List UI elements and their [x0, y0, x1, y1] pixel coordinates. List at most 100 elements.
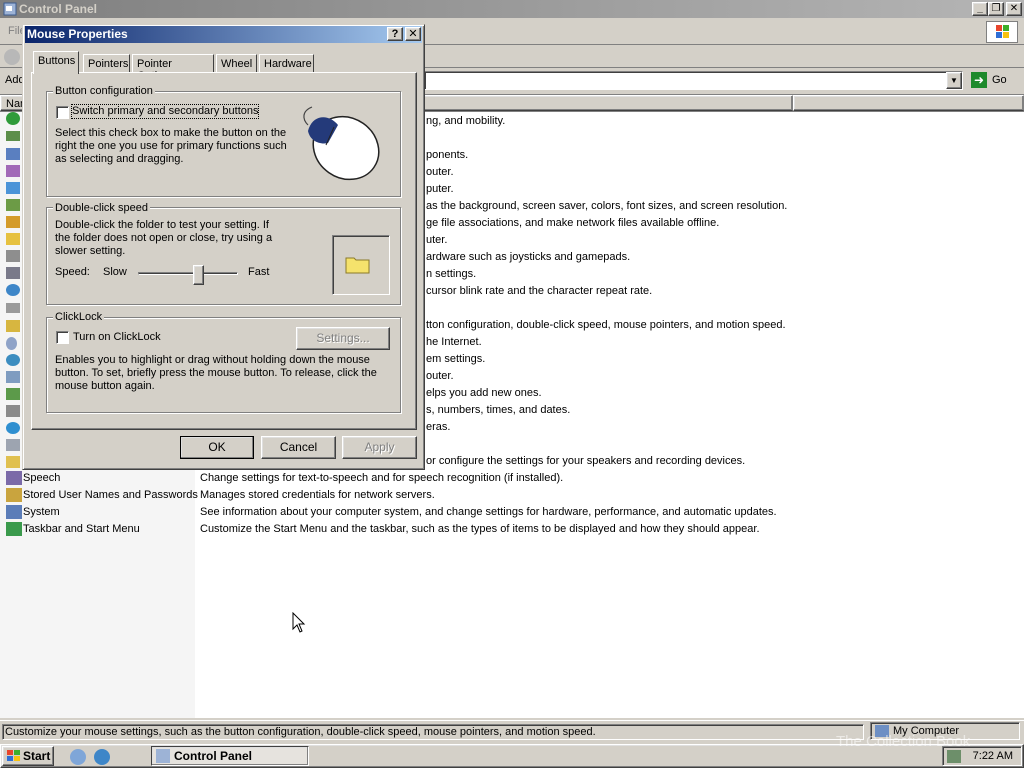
- add-hardware-icon[interactable]: [6, 131, 22, 148]
- close-button[interactable]: ✕: [1006, 2, 1022, 16]
- go-button[interactable]: ➜ Go: [969, 71, 1011, 90]
- admin-tools-icon[interactable]: [6, 165, 22, 182]
- description-fragment: uter.: [426, 234, 448, 246]
- mouse-icon[interactable]: [6, 337, 22, 354]
- automatic-updates-icon[interactable]: [6, 182, 22, 199]
- licensing-icon[interactable]: [6, 320, 22, 337]
- speech-icon: [6, 471, 22, 485]
- network-tray-icon[interactable]: [947, 750, 961, 763]
- regional-options-icon[interactable]: [6, 422, 22, 439]
- tab-buttons[interactable]: Buttons: [33, 51, 79, 74]
- group-legend: ClickLock: [53, 311, 105, 323]
- description-fragment: cursor blink rate and the character repe…: [426, 285, 653, 297]
- slider-ticks: [143, 289, 237, 291]
- power-options-icon[interactable]: [6, 388, 22, 405]
- description-fragment: ardware such as joysticks and gamepads.: [426, 251, 631, 263]
- item-name: Speech: [23, 472, 61, 484]
- clicklock-checkbox[interactable]: [56, 331, 69, 344]
- tab-pointers[interactable]: Pointers: [83, 54, 130, 74]
- minimize-button[interactable]: _: [972, 2, 988, 16]
- mouse-pointer-icon: [292, 612, 306, 633]
- tab-hardware[interactable]: Hardware: [259, 54, 314, 74]
- window-title: Control Panel: [19, 2, 98, 16]
- help-button[interactable]: ?: [387, 27, 403, 41]
- item-name: Taskbar and Start Menu: [23, 523, 140, 535]
- keyboard-icon[interactable]: [6, 303, 22, 320]
- control-panel-icon: [3, 2, 17, 16]
- apply-button[interactable]: Apply: [342, 436, 417, 459]
- list-item[interactable]: Stored User Names and Passwords Manages …: [0, 487, 1024, 504]
- speed-slider-track[interactable]: [138, 272, 238, 275]
- network-connections-icon[interactable]: [6, 354, 22, 371]
- accessibility-icon[interactable]: [6, 112, 22, 129]
- status-text: Customize your mouse settings, such as t…: [2, 724, 864, 740]
- fonts-icon[interactable]: [6, 250, 22, 267]
- speed-label: Speed:: [55, 266, 90, 278]
- description-fragment: [426, 438, 1016, 455]
- description-fragment: tton configuration, double-click speed, …: [426, 319, 786, 331]
- restore-button[interactable]: ❐: [988, 2, 1004, 16]
- back-icon[interactable]: [4, 49, 20, 65]
- column-extra-header[interactable]: [793, 95, 1024, 111]
- folder-options-icon[interactable]: [6, 233, 22, 250]
- tab-label: Pointers: [88, 58, 129, 70]
- speed-slider-thumb[interactable]: [193, 265, 204, 285]
- folder-icon[interactable]: [345, 254, 371, 274]
- address-dropdown-button[interactable]: ▼: [946, 72, 962, 89]
- windows-logo: [986, 21, 1018, 43]
- item-description: Customize the Start Menu and the taskbar…: [200, 523, 760, 535]
- go-label: Go: [992, 74, 1007, 86]
- go-arrow-icon: ➜: [971, 72, 987, 88]
- description-fragment: outer.: [426, 370, 454, 382]
- clicklock-settings-button[interactable]: Settings...: [296, 327, 390, 350]
- list-item[interactable]: Speech Change settings for text-to-speec…: [0, 470, 1024, 487]
- scanners-cameras-icon[interactable]: [6, 439, 22, 456]
- control-panel-titlebar[interactable]: Control Panel _ ❐ ✕: [0, 0, 1024, 18]
- cancel-button[interactable]: Cancel: [261, 436, 336, 459]
- display-icon[interactable]: [6, 216, 22, 233]
- description-fragment: as the background, screen saver, colors,…: [426, 200, 788, 212]
- quicklaunch-ie-icon[interactable]: [94, 749, 110, 765]
- description-fragment: ng, and mobility.: [426, 115, 506, 127]
- item-description: Manages stored credentials for network s…: [200, 489, 435, 501]
- description-fragment: [426, 132, 1016, 149]
- description-fragment: ponents.: [426, 149, 469, 161]
- item-description: Change settings for text-to-speech and f…: [200, 472, 564, 484]
- tab-wheel[interactable]: Wheel: [216, 54, 257, 74]
- item-description: See information about your computer syst…: [200, 506, 777, 518]
- address-input[interactable]: [424, 71, 963, 90]
- clock[interactable]: 7:22 AM: [973, 750, 1013, 762]
- add-remove-programs-icon[interactable]: [6, 148, 22, 165]
- list-item[interactable]: System See information about your comput…: [0, 504, 1024, 521]
- task-label: Control Panel: [174, 749, 253, 763]
- description-fragment: he Internet.: [426, 336, 482, 348]
- clicklock-description: Enables you to highlight or drag without…: [55, 354, 377, 392]
- description-fragment: ge file associations, and make network f…: [426, 217, 720, 229]
- system-icon: [6, 505, 22, 519]
- game-controllers-icon[interactable]: [6, 267, 22, 284]
- printers-icon[interactable]: [6, 405, 22, 422]
- phone-modem-icon[interactable]: [6, 371, 22, 388]
- start-button[interactable]: Start: [2, 746, 54, 766]
- item-name: Stored User Names and Passwords: [23, 489, 198, 501]
- taskbar-control-panel-button[interactable]: Control Panel: [151, 746, 309, 766]
- slow-label: Slow: [103, 266, 127, 278]
- description-fragment: em settings.: [426, 353, 486, 365]
- start-label: Start: [23, 749, 51, 763]
- tab-pointer-options[interactable]: Pointer Options: [132, 54, 214, 82]
- dialog-close-button[interactable]: ✕: [405, 27, 421, 41]
- dialog-titlebar[interactable]: Mouse Properties ? ✕: [25, 26, 422, 43]
- list-item[interactable]: Taskbar and Start Menu Customize the Sta…: [0, 521, 1024, 538]
- internet-options-icon[interactable]: [6, 284, 22, 301]
- switch-buttons-checkbox[interactable]: [56, 106, 69, 119]
- description-fragment: eras.: [426, 421, 451, 433]
- stored-passwords-icon: [6, 488, 22, 502]
- description-fragment: outer.: [426, 166, 454, 178]
- clicklock-label[interactable]: Turn on ClickLock: [73, 331, 161, 344]
- date-time-icon[interactable]: [6, 199, 22, 216]
- test-folder-area[interactable]: [332, 235, 390, 295]
- ok-button[interactable]: OK: [180, 436, 254, 459]
- item-icons-column: [6, 112, 22, 490]
- switch-buttons-label[interactable]: Switch primary and secondary buttons: [70, 104, 260, 119]
- quicklaunch-desktop-icon[interactable]: [70, 749, 86, 765]
